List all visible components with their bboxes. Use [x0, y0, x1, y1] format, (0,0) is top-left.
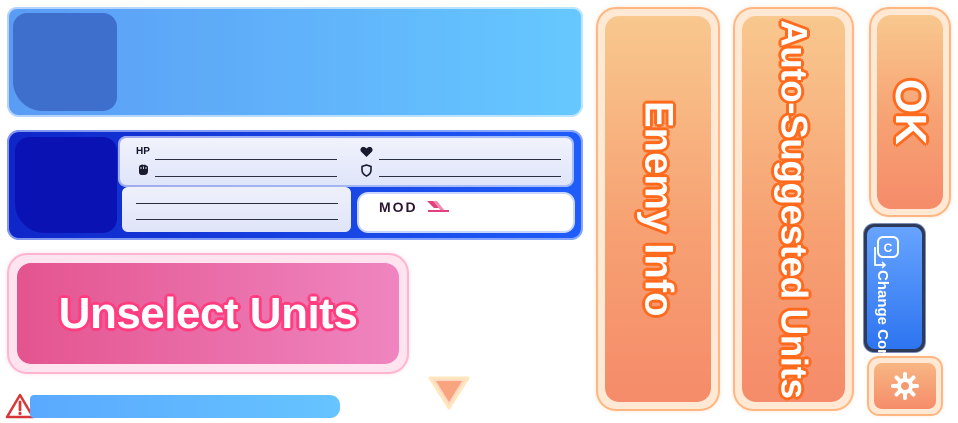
settings-button[interactable]: [869, 358, 941, 414]
attack-value-line: [155, 176, 337, 177]
unit-stat-panel: HP: [120, 138, 572, 185]
mod-label: MOD: [379, 199, 418, 215]
auto-suggested-units-button[interactable]: Auto-Suggested Units: [735, 9, 852, 409]
auto-suggested-face: Auto-Suggested Units: [742, 16, 845, 402]
hp-value-line: [155, 159, 337, 160]
unselect-units-label: Unselect Units: [58, 288, 358, 338]
enemy-info-label: Enemy Info: [636, 101, 681, 317]
enemy-info-button[interactable]: Enemy Info: [598, 9, 718, 409]
heart-icon: [360, 146, 373, 157]
mod-panel[interactable]: MOD: [359, 194, 573, 231]
gear-icon: [891, 372, 919, 400]
unit-portrait-2: [15, 137, 117, 233]
shield-icon: [361, 164, 372, 177]
swap-icon: C: [874, 236, 899, 269]
enemy-info-face: Enemy Info: [605, 16, 711, 402]
ok-label: OK: [886, 79, 935, 145]
unselect-units-button[interactable]: Unselect Units: [9, 255, 407, 372]
mod-stripe-icon: [427, 201, 449, 212]
settings-face: [874, 363, 936, 409]
chevron-down-icon[interactable]: [426, 374, 472, 412]
ok-button[interactable]: OK: [871, 9, 949, 215]
change-content-button[interactable]: C Change Content: [864, 224, 925, 386]
unit-portrait-1: [13, 13, 117, 111]
fist-icon: [139, 164, 148, 175]
info-line-1: [136, 203, 338, 204]
heart-value-line: [379, 159, 561, 160]
defense-value-line: [379, 176, 561, 177]
unselect-units-face: Unselect Units: [17, 263, 399, 364]
unit-slot-2[interactable]: HP MOD: [7, 130, 583, 240]
hp-label: HP: [136, 146, 150, 157]
ok-face: OK: [877, 15, 943, 209]
auto-suggested-label: Auto-Suggested Units: [773, 19, 815, 399]
info-line-2: [136, 219, 338, 220]
unit-info-panel: [122, 187, 351, 232]
warning-bar: [30, 395, 340, 418]
unit-slot-1[interactable]: [7, 7, 583, 117]
change-content-face: C Change Content: [867, 227, 922, 386]
svg-text:C: C: [884, 241, 893, 255]
